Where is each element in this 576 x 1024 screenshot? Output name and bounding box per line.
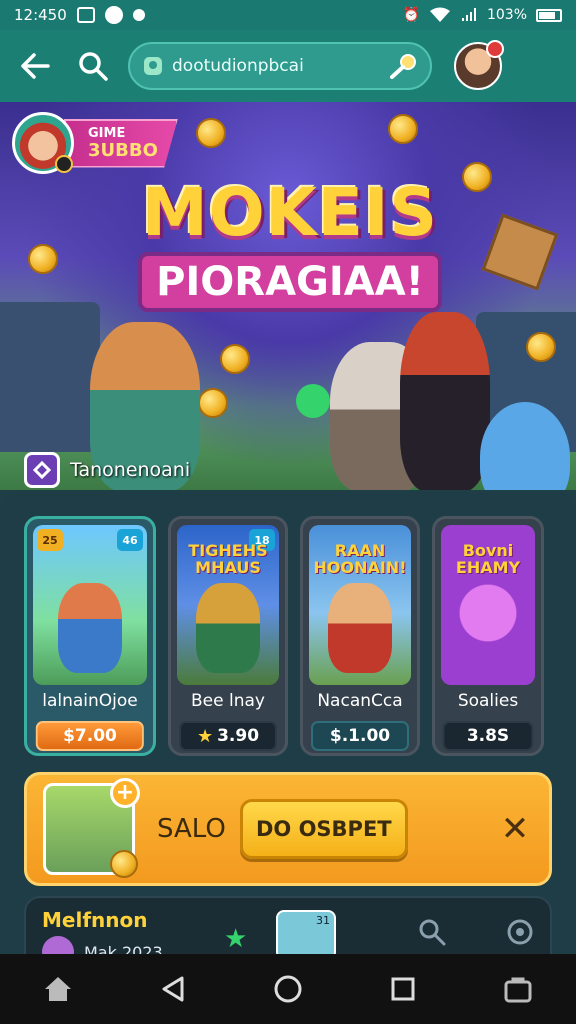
price-value: $.1.00 [329,726,391,746]
alarm-icon: ⏰ [402,7,420,23]
search-icon [79,52,108,81]
home-icon [44,977,71,1001]
home-tab[interactable] [32,963,84,1015]
hero-banner[interactable]: GIME 3UBBO MOKEIS PIORAGIAA! Tanonenoani [0,102,576,490]
price-button[interactable]: $7.00 [35,721,145,751]
back-nav-icon [162,976,184,1002]
promo-cta-button[interactable]: DO OSBPET [239,799,408,859]
product-name: Bee lnay [191,691,265,711]
product-art: Bovni EHAMY [441,525,535,685]
price-button[interactable]: $.1.00 [310,721,410,751]
thumb-badge: 31 [316,914,330,927]
back-nav-button[interactable] [147,963,199,1015]
product-cards: 25 46 lalnainOjoe $7.00 18 TIGHEHS MHAUS… [24,516,552,756]
character-illustration [400,312,490,490]
game-logo-icon [24,452,60,488]
settings-icon[interactable] [506,918,534,946]
banner-caption: Tanonenoani [24,452,190,488]
promo-thumbnail: + [43,778,140,878]
coin-icon [526,332,556,362]
home-nav-button[interactable] [262,963,314,1015]
shop-tab[interactable] [492,963,544,1015]
back-button[interactable] [14,45,56,87]
player-avatar [12,112,74,174]
map-pin-icon [144,57,162,75]
wifi-icon [429,7,450,22]
coin-icon [198,388,228,418]
product-art: RAAN HOONAIN! [309,525,411,685]
product-art-title: Bovni EHAMY [455,541,521,577]
price-value: $7.00 [63,726,117,746]
product-name: lalnainOjoe [42,691,138,711]
house-illustration [0,302,100,452]
circle-home-icon [274,975,302,1003]
search-button[interactable] [72,45,114,87]
coin-icon [28,244,58,274]
character-illustration [58,583,122,673]
price-value: 3.90 [217,726,260,746]
coin-icon [220,344,250,374]
product-art: 25 46 [33,525,147,685]
search-input[interactable]: dootudionpbcai [128,42,432,90]
status-bar: 12:450 ⏰ 103% [0,0,576,30]
recents-icon [391,977,415,1001]
notification-icon [76,7,95,23]
product-art: 18 TIGHEHS MHAUS [177,525,279,685]
plus-icon[interactable]: + [110,778,140,808]
coin-icon [196,118,226,148]
level-badge-icon [55,155,73,173]
product-card[interactable]: 18 TIGHEHS MHAUS Bee lnay ★ 3.90 [168,516,288,756]
user-avatar[interactable] [454,40,504,90]
product-name: Soalies [457,691,519,711]
promo-label: SALO [157,814,226,844]
product-card[interactable]: Bovni EHAMY Soalies 3.8S [432,516,544,756]
banner-title-line1: MOKEIS [141,174,439,251]
player-score: 3UBBO [88,139,158,161]
gem-illustration [296,384,330,418]
search-key-icon[interactable] [388,53,418,79]
bag-icon [504,977,532,1003]
banner-title: MOKEIS PIORAGIAA! [120,180,460,312]
app-notification-icon [104,6,123,24]
card-badge-right: 46 [117,529,143,551]
star-icon: ★ [196,725,214,747]
search-input-text: dootudionpbcai [172,56,304,76]
notification-badge [486,40,504,58]
product-art-title: RAAN HOONAIN! [313,541,407,577]
store-panel: 25 46 lalnainOjoe $7.00 18 TIGHEHS MHAUS… [0,492,576,968]
battery-percent: 103% [486,7,527,23]
price-value: 3.8S [466,726,510,746]
top-app-bar: dootudionpbcai [0,30,576,102]
crate-illustration [481,213,559,291]
star-icon: ★ [224,924,248,954]
banner-caption-text: Tanonenoani [70,459,191,481]
product-name: NacanCca [317,691,403,711]
signal-icon [461,8,476,21]
close-icon[interactable]: ✕ [497,809,533,849]
dot-icon [132,9,145,21]
player-label: GIME 3UBBO [64,118,178,168]
coin-icon [462,162,492,192]
promo-banner[interactable]: + SALO DO OSBPET ✕ [24,772,552,886]
product-art-title: TIGHEHS MHAUS [188,541,268,577]
card-badge-left: 25 [37,529,63,551]
recents-nav-button[interactable] [377,963,429,1015]
player-label-line1: GIME [88,125,126,141]
list-preview-thumbnail: 31 [276,910,336,960]
price-button[interactable]: 3.8S [442,721,534,751]
banner-title-line2: PIORAGIAA! [138,252,442,312]
back-arrow-icon [21,53,50,79]
price-button[interactable]: ★ 3.90 [178,721,278,751]
character-illustration [328,583,392,673]
character-illustration [196,583,260,673]
status-time: 12:450 [14,6,67,24]
system-nav-bar [0,954,576,1024]
player-profile-chip[interactable]: GIME 3UBBO [12,112,178,174]
product-card[interactable]: 25 46 lalnainOjoe $7.00 [24,516,156,756]
product-card[interactable]: RAAN HOONAIN! NacanCca $.1.00 [300,516,420,756]
battery-icon [536,8,562,22]
search-icon[interactable] [418,918,446,946]
coin-icon [388,114,418,144]
coin-icon [110,850,138,878]
